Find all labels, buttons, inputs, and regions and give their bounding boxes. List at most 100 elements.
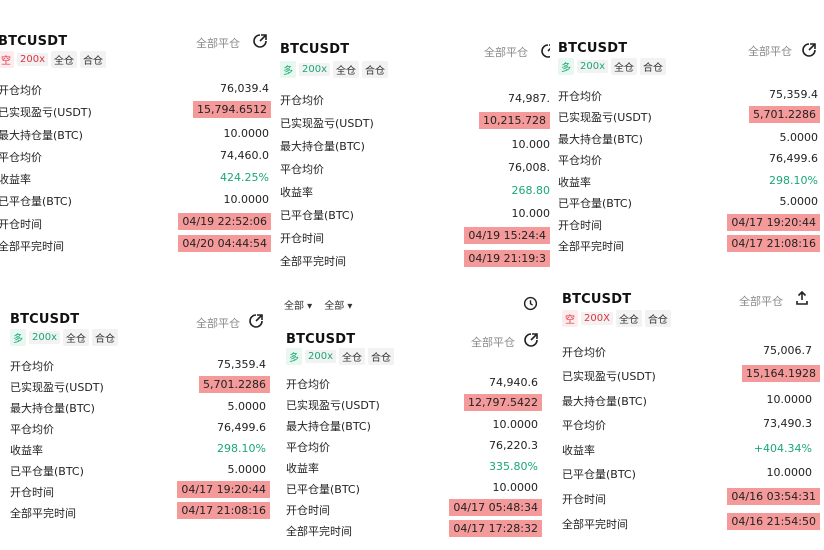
row-roi: 收益率 335.80% bbox=[278, 458, 550, 478]
share-icon[interactable] bbox=[801, 42, 817, 58]
row-open-time: 开仓时间 04/19 22:52:06 bbox=[0, 213, 273, 234]
row-closed-qty: 已平仓量(BTC) 5.0000 bbox=[0, 461, 276, 481]
filter-all-dropdown-1[interactable]: 全部 ▾ bbox=[284, 297, 312, 312]
clock-icon[interactable] bbox=[523, 296, 538, 311]
label: 收益率 bbox=[280, 186, 313, 199]
close-all-button[interactable]: 全部平仓 bbox=[739, 293, 783, 309]
label: 开仓时间 bbox=[0, 218, 42, 231]
position-tags: 空 200X 全仓 合仓 bbox=[562, 310, 671, 327]
row-open-price: 开仓均价 75,359.4 bbox=[552, 86, 824, 106]
label: 最大持仓量(BTC) bbox=[562, 395, 647, 408]
leverage-tag: 200X bbox=[581, 312, 613, 325]
row-max-position: 最大持仓量(BTC) 10.0000 bbox=[278, 416, 550, 436]
label: 最大持仓量(BTC) bbox=[0, 129, 83, 142]
symbol-title: BTCUSDT bbox=[280, 42, 350, 57]
value: 74,987. bbox=[508, 92, 550, 105]
position-card-2: BTCUSDT 全部平仓 多 200x 全仓 合仓 开仓均价 74,987. 已实… bbox=[278, 34, 550, 274]
value: 424.25% bbox=[220, 171, 269, 184]
close-all-button[interactable]: 全部平仓 bbox=[471, 334, 515, 350]
row-full-close-time: 全部平完时间 04/17 21:08:16 bbox=[0, 502, 276, 523]
value-highlighted: 04/17 19:20:44 bbox=[177, 481, 270, 498]
label: 已实现盈亏(USDT) bbox=[286, 399, 380, 412]
share-icon[interactable] bbox=[540, 43, 550, 59]
row-open-price: 开仓均价 76,039.4 bbox=[0, 80, 273, 100]
row-open-time: 开仓时间 04/17 19:20:44 bbox=[552, 214, 824, 235]
label: 已实现盈亏(USDT) bbox=[280, 117, 374, 130]
value: 76,008. bbox=[508, 161, 550, 174]
value: 10.0000 bbox=[766, 393, 813, 406]
merge-tag: 合仓 bbox=[92, 329, 119, 346]
value: 10.0000 bbox=[492, 418, 539, 431]
row-roi: 收益率 298.10% bbox=[0, 440, 276, 460]
label: 全部平完时间 bbox=[562, 518, 628, 531]
label: 开仓时间 bbox=[280, 232, 324, 245]
filter-all-dropdown-2[interactable]: 全部 ▾ bbox=[324, 297, 352, 312]
merge-tag: 合仓 bbox=[644, 310, 671, 327]
value-highlighted: 04/19 22:52:06 bbox=[178, 213, 271, 230]
value-highlighted: 5,701.2286 bbox=[749, 106, 820, 123]
share-icon[interactable] bbox=[794, 290, 810, 306]
label: 收益率 bbox=[0, 173, 31, 186]
position-card-3: BTCUSDT 全部平仓 多 200x 全仓 合仓 开仓均价 75,359.4 已… bbox=[552, 34, 824, 262]
label: 最大持仓量(BTC) bbox=[286, 420, 371, 433]
value: 5.0000 bbox=[227, 400, 267, 413]
share-icon[interactable] bbox=[252, 33, 268, 49]
row-full-close-time: 全部平完时间 04/20 04:44:54 bbox=[0, 235, 273, 256]
leverage-tag: 200x bbox=[299, 63, 331, 76]
leverage-tag: 200x bbox=[305, 350, 337, 363]
value: 73,490.3 bbox=[763, 417, 812, 430]
row-open-price: 开仓均价 75,359.4 bbox=[0, 356, 276, 376]
label: 收益率 bbox=[558, 176, 591, 189]
row-full-close-time: 全部平完时间 04/17 17:28:32 bbox=[278, 520, 550, 541]
value-highlighted: 04/16 21:54:50 bbox=[727, 513, 820, 530]
value: 10.0000 bbox=[766, 466, 813, 479]
value: 298.10% bbox=[769, 174, 818, 187]
label: 平仓均价 bbox=[10, 423, 54, 436]
label: 开仓均价 bbox=[0, 84, 42, 97]
row-realized-pnl: 已实现盈亏(USDT) 5,701.2286 bbox=[0, 376, 276, 397]
close-all-button[interactable]: 全部平仓 bbox=[484, 44, 528, 60]
label: 开仓均价 bbox=[558, 90, 602, 103]
side-tag: 多 bbox=[280, 61, 296, 78]
label: 收益率 bbox=[562, 444, 595, 457]
value-highlighted: 04/17 17:28:32 bbox=[449, 520, 542, 537]
label: 平仓均价 bbox=[286, 441, 330, 454]
value: 76,499.6 bbox=[217, 421, 266, 434]
side-tag: 空 bbox=[0, 51, 14, 68]
label: 已实现盈亏(USDT) bbox=[558, 111, 652, 124]
margin-tag: 全仓 bbox=[615, 310, 642, 327]
label: 平仓均价 bbox=[0, 151, 42, 164]
label: 全部平完时间 bbox=[286, 525, 352, 538]
side-tag: 空 bbox=[562, 310, 578, 327]
position-card-5: 全部 ▾ 全部 ▾ BTCUSDT 全部平仓 多 200x 全仓 合仓 开仓均价… bbox=[278, 288, 550, 544]
row-roi: 收益率 298.10% bbox=[552, 172, 824, 192]
row-full-close-time: 全部平完时间 04/17 21:08:16 bbox=[552, 235, 824, 256]
row-close-price: 平仓均价 73,490.3 bbox=[552, 415, 824, 435]
value: 5.0000 bbox=[779, 131, 819, 144]
row-open-price: 开仓均价 74,987. bbox=[278, 90, 550, 110]
margin-tag: 全仓 bbox=[63, 329, 90, 346]
close-all-button[interactable]: 全部平仓 bbox=[196, 35, 240, 51]
margin-tag: 全仓 bbox=[333, 61, 360, 78]
label: 开仓均价 bbox=[280, 94, 324, 107]
share-icon[interactable] bbox=[248, 313, 264, 329]
row-open-time: 开仓时间 04/16 03:54:31 bbox=[552, 488, 824, 509]
close-all-button[interactable]: 全部平仓 bbox=[196, 315, 240, 331]
label: 开仓时间 bbox=[10, 486, 54, 499]
leverage-tag: 200x bbox=[29, 331, 61, 344]
value: 10.000 bbox=[511, 207, 551, 220]
merge-tag: 合仓 bbox=[640, 58, 667, 75]
label: 最大持仓量(BTC) bbox=[10, 402, 95, 415]
value: 76,220.3 bbox=[489, 439, 538, 452]
label: 开仓时间 bbox=[558, 219, 602, 232]
row-closed-qty: 已平仓量(BTC) 10.0000 bbox=[278, 479, 550, 499]
position-card-6: BTCUSDT 全部平仓 空 200X 全仓 合仓 开仓均价 75,006.7 已… bbox=[552, 282, 824, 544]
row-open-price: 开仓均价 75,006.7 bbox=[552, 342, 824, 362]
close-all-button[interactable]: 全部平仓 bbox=[748, 43, 792, 59]
value: 74,940.6 bbox=[489, 376, 538, 389]
value-highlighted: 04/19 15:24:4 bbox=[464, 227, 550, 244]
value: 75,359.4 bbox=[769, 88, 818, 101]
label: 已实现盈亏(USDT) bbox=[0, 106, 92, 119]
symbol-title: BTCUSDT bbox=[0, 34, 68, 49]
share-icon[interactable] bbox=[523, 332, 539, 348]
